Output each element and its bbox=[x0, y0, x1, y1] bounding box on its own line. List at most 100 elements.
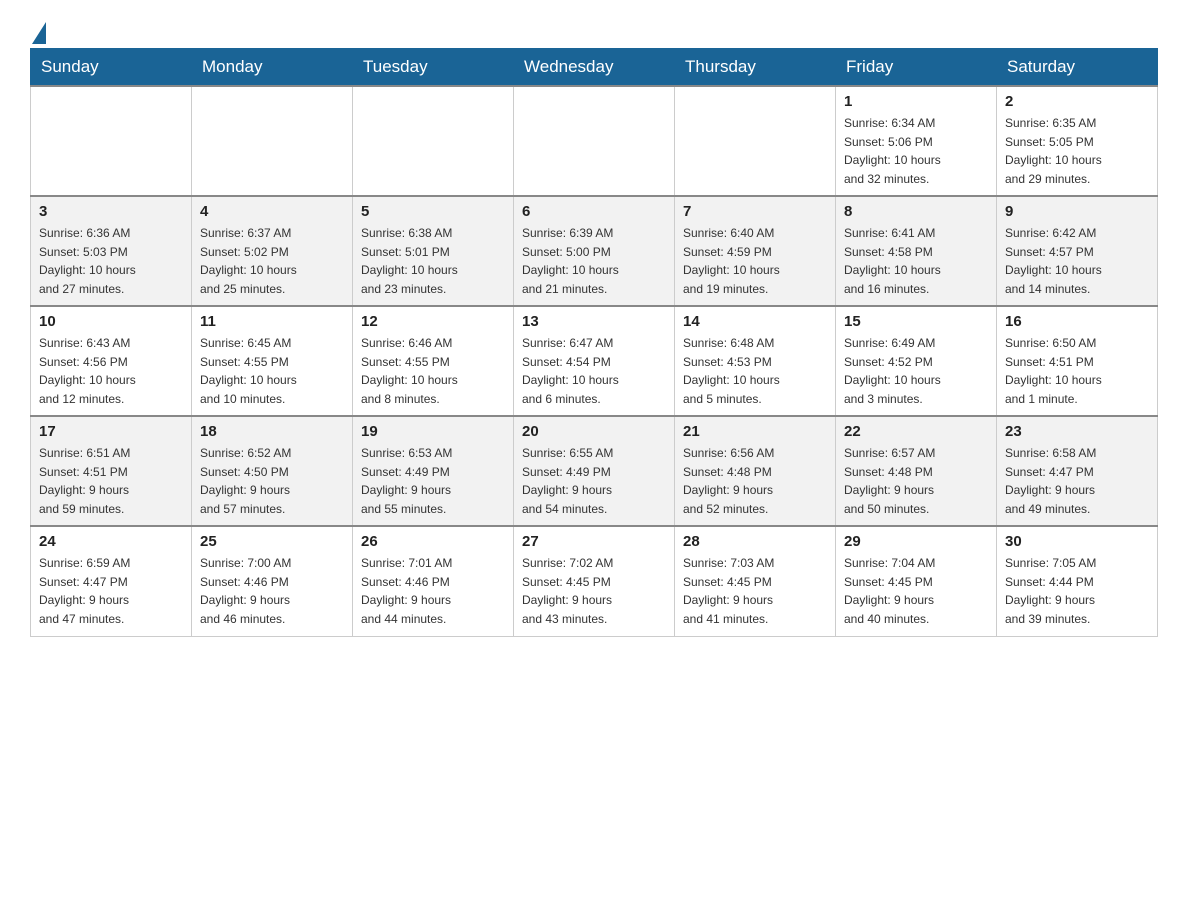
day-number: 24 bbox=[39, 533, 183, 550]
calendar-cell: 13 Sunrise: 6:47 AM Sunset: 4:54 PM Dayli… bbox=[514, 306, 675, 416]
calendar-cell: 20 Sunrise: 6:55 AM Sunset: 4:49 PM Dayli… bbox=[514, 416, 675, 526]
calendar-cell bbox=[31, 86, 192, 196]
day-number: 19 bbox=[361, 423, 505, 440]
day-info: Sunrise: 6:49 AM Sunset: 4:52 PM Dayligh… bbox=[844, 334, 988, 408]
calendar-cell: 12 Sunrise: 6:46 AM Sunset: 4:55 PM Dayli… bbox=[353, 306, 514, 416]
day-number: 26 bbox=[361, 533, 505, 550]
calendar-cell: 6 Sunrise: 6:39 AM Sunset: 5:00 PM Daylig… bbox=[514, 196, 675, 306]
week-row-5: 24 Sunrise: 6:59 AM Sunset: 4:47 PM Dayli… bbox=[31, 526, 1158, 636]
day-number: 14 bbox=[683, 313, 827, 330]
day-number: 30 bbox=[1005, 533, 1149, 550]
day-info: Sunrise: 6:56 AM Sunset: 4:48 PM Dayligh… bbox=[683, 444, 827, 518]
day-number: 11 bbox=[200, 313, 344, 330]
day-number: 18 bbox=[200, 423, 344, 440]
day-info: Sunrise: 7:02 AM Sunset: 4:45 PM Dayligh… bbox=[522, 554, 666, 628]
day-number: 17 bbox=[39, 423, 183, 440]
day-info: Sunrise: 7:03 AM Sunset: 4:45 PM Dayligh… bbox=[683, 554, 827, 628]
day-number: 25 bbox=[200, 533, 344, 550]
week-row-3: 10Sunrise: 6:43 AM Sunset: 4:56 PM Dayli… bbox=[31, 306, 1158, 416]
weekday-header-tuesday: Tuesday bbox=[353, 49, 514, 87]
day-number: 15 bbox=[844, 313, 988, 330]
day-number: 12 bbox=[361, 313, 505, 330]
calendar-cell: 28 Sunrise: 7:03 AM Sunset: 4:45 PM Dayli… bbox=[675, 526, 836, 636]
day-info: Sunrise: 6:46 AM Sunset: 4:55 PM Dayligh… bbox=[361, 334, 505, 408]
day-info: Sunrise: 6:35 AM Sunset: 5:05 PM Dayligh… bbox=[1005, 114, 1149, 188]
calendar-cell: 25 Sunrise: 7:00 AM Sunset: 4:46 PM Dayli… bbox=[192, 526, 353, 636]
day-number: 16 bbox=[1005, 313, 1149, 330]
day-info: Sunrise: 6:47 AM Sunset: 4:54 PM Dayligh… bbox=[522, 334, 666, 408]
day-info: Sunrise: 6:37 AM Sunset: 5:02 PM Dayligh… bbox=[200, 224, 344, 298]
weekday-header-thursday: Thursday bbox=[675, 49, 836, 87]
day-info: Sunrise: 6:45 AM Sunset: 4:55 PM Dayligh… bbox=[200, 334, 344, 408]
logo-triangle-icon bbox=[32, 22, 46, 44]
day-number: 28 bbox=[683, 533, 827, 550]
weekday-header-wednesday: Wednesday bbox=[514, 49, 675, 87]
calendar-table: SundayMondayTuesdayWednesdayThursdayFrid… bbox=[30, 48, 1158, 637]
day-info: Sunrise: 6:59 AM Sunset: 4:47 PM Dayligh… bbox=[39, 554, 183, 628]
day-info: Sunrise: 7:00 AM Sunset: 4:46 PM Dayligh… bbox=[200, 554, 344, 628]
day-info: Sunrise: 6:40 AM Sunset: 4:59 PM Dayligh… bbox=[683, 224, 827, 298]
calendar-cell: 4 Sunrise: 6:37 AM Sunset: 5:02 PM Daylig… bbox=[192, 196, 353, 306]
day-number: 3 bbox=[39, 203, 183, 220]
calendar-cell: 11 Sunrise: 6:45 AM Sunset: 4:55 PM Dayli… bbox=[192, 306, 353, 416]
day-info: Sunrise: 6:55 AM Sunset: 4:49 PM Dayligh… bbox=[522, 444, 666, 518]
page-header bbox=[30, 20, 1158, 38]
calendar-cell: 15 Sunrise: 6:49 AM Sunset: 4:52 PM Dayli… bbox=[836, 306, 997, 416]
day-info: Sunrise: 6:58 AM Sunset: 4:47 PM Dayligh… bbox=[1005, 444, 1149, 518]
calendar-cell: 27 Sunrise: 7:02 AM Sunset: 4:45 PM Dayli… bbox=[514, 526, 675, 636]
weekday-header-sunday: Sunday bbox=[31, 49, 192, 87]
week-row-1: 1 Sunrise: 6:34 AM Sunset: 5:06 PM Daylig… bbox=[31, 86, 1158, 196]
weekday-header-saturday: Saturday bbox=[997, 49, 1158, 87]
day-number: 2 bbox=[1005, 93, 1149, 110]
calendar-cell: 16 Sunrise: 6:50 AM Sunset: 4:51 PM Dayli… bbox=[997, 306, 1158, 416]
day-info: Sunrise: 6:52 AM Sunset: 4:50 PM Dayligh… bbox=[200, 444, 344, 518]
weekday-header-row: SundayMondayTuesdayWednesdayThursdayFrid… bbox=[31, 49, 1158, 87]
day-number: 23 bbox=[1005, 423, 1149, 440]
day-number: 29 bbox=[844, 533, 988, 550]
day-info: Sunrise: 6:42 AM Sunset: 4:57 PM Dayligh… bbox=[1005, 224, 1149, 298]
calendar-cell: 23 Sunrise: 6:58 AM Sunset: 4:47 PM Dayli… bbox=[997, 416, 1158, 526]
week-row-4: 17Sunrise: 6:51 AM Sunset: 4:51 PM Dayli… bbox=[31, 416, 1158, 526]
day-info: Sunrise: 6:39 AM Sunset: 5:00 PM Dayligh… bbox=[522, 224, 666, 298]
day-info: Sunrise: 6:36 AM Sunset: 5:03 PM Dayligh… bbox=[39, 224, 183, 298]
calendar-cell: 22Sunrise: 6:57 AM Sunset: 4:48 PM Dayli… bbox=[836, 416, 997, 526]
day-number: 27 bbox=[522, 533, 666, 550]
calendar-cell: 24 Sunrise: 6:59 AM Sunset: 4:47 PM Dayli… bbox=[31, 526, 192, 636]
calendar-cell: 18 Sunrise: 6:52 AM Sunset: 4:50 PM Dayli… bbox=[192, 416, 353, 526]
calendar-cell bbox=[192, 86, 353, 196]
day-number: 9 bbox=[1005, 203, 1149, 220]
calendar-cell: 9 Sunrise: 6:42 AM Sunset: 4:57 PM Daylig… bbox=[997, 196, 1158, 306]
calendar-cell: 19Sunrise: 6:53 AM Sunset: 4:49 PM Dayli… bbox=[353, 416, 514, 526]
day-number: 10 bbox=[39, 313, 183, 330]
calendar-cell: 7Sunrise: 6:40 AM Sunset: 4:59 PM Daylig… bbox=[675, 196, 836, 306]
day-info: Sunrise: 7:04 AM Sunset: 4:45 PM Dayligh… bbox=[844, 554, 988, 628]
day-info: Sunrise: 6:38 AM Sunset: 5:01 PM Dayligh… bbox=[361, 224, 505, 298]
calendar-cell: 17Sunrise: 6:51 AM Sunset: 4:51 PM Dayli… bbox=[31, 416, 192, 526]
day-number: 13 bbox=[522, 313, 666, 330]
day-number: 1 bbox=[844, 93, 988, 110]
calendar-cell: 26Sunrise: 7:01 AM Sunset: 4:46 PM Dayli… bbox=[353, 526, 514, 636]
calendar-cell bbox=[514, 86, 675, 196]
calendar-cell: 5 Sunrise: 6:38 AM Sunset: 5:01 PM Daylig… bbox=[353, 196, 514, 306]
calendar-cell: 30 Sunrise: 7:05 AM Sunset: 4:44 PM Dayli… bbox=[997, 526, 1158, 636]
day-info: Sunrise: 6:50 AM Sunset: 4:51 PM Dayligh… bbox=[1005, 334, 1149, 408]
day-info: Sunrise: 6:57 AM Sunset: 4:48 PM Dayligh… bbox=[844, 444, 988, 518]
calendar-cell: 2 Sunrise: 6:35 AM Sunset: 5:05 PM Daylig… bbox=[997, 86, 1158, 196]
week-row-2: 3 Sunrise: 6:36 AM Sunset: 5:03 PM Daylig… bbox=[31, 196, 1158, 306]
day-info: Sunrise: 6:48 AM Sunset: 4:53 PM Dayligh… bbox=[683, 334, 827, 408]
weekday-header-monday: Monday bbox=[192, 49, 353, 87]
weekday-header-friday: Friday bbox=[836, 49, 997, 87]
day-number: 8 bbox=[844, 203, 988, 220]
calendar-cell: 3 Sunrise: 6:36 AM Sunset: 5:03 PM Daylig… bbox=[31, 196, 192, 306]
calendar-cell: 8Sunrise: 6:41 AM Sunset: 4:58 PM Daylig… bbox=[836, 196, 997, 306]
logo bbox=[30, 20, 46, 38]
day-number: 5 bbox=[361, 203, 505, 220]
calendar-cell: 29 Sunrise: 7:04 AM Sunset: 4:45 PM Dayli… bbox=[836, 526, 997, 636]
calendar-cell: 1 Sunrise: 6:34 AM Sunset: 5:06 PM Daylig… bbox=[836, 86, 997, 196]
day-info: Sunrise: 7:05 AM Sunset: 4:44 PM Dayligh… bbox=[1005, 554, 1149, 628]
day-number: 6 bbox=[522, 203, 666, 220]
day-number: 20 bbox=[522, 423, 666, 440]
calendar-cell bbox=[675, 86, 836, 196]
day-info: Sunrise: 6:34 AM Sunset: 5:06 PM Dayligh… bbox=[844, 114, 988, 188]
day-number: 4 bbox=[200, 203, 344, 220]
